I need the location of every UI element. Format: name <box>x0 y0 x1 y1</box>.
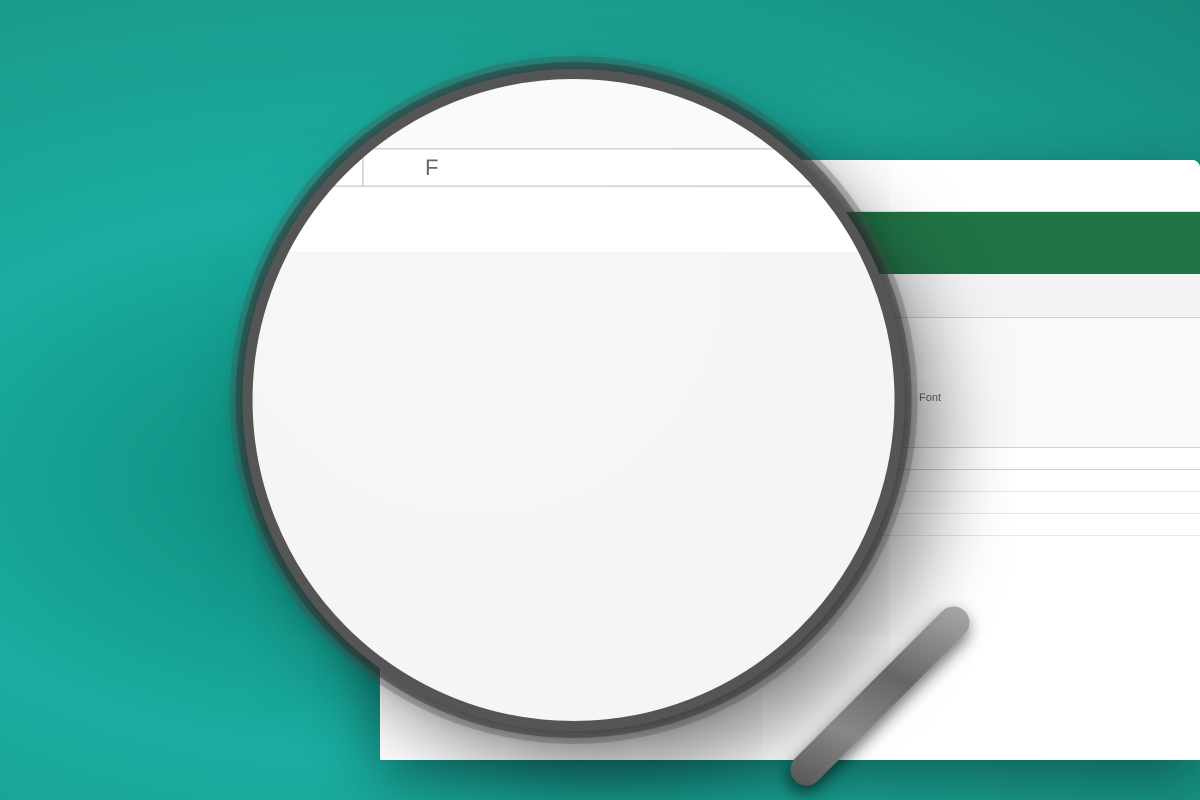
cut-button[interactable]: ✂ Cut <box>529 336 647 360</box>
cell-e2[interactable] <box>660 492 740 514</box>
tab-insert[interactable]: Insert <box>549 285 624 317</box>
undo-label: Undo <box>407 413 433 425</box>
fill-color-button[interactable]: ◧ <box>842 362 870 386</box>
corner-cell <box>380 448 419 470</box>
cell-e3[interactable] <box>660 514 740 536</box>
clipboard-items: ✂ Cut ⧉ Copy 🖌 Format Painter <box>529 332 647 424</box>
apps-grid-icon[interactable] <box>400 233 426 254</box>
format-painter-button[interactable]: 🖌 Format Painter <box>529 390 647 424</box>
paste-icon: 📋 <box>472 332 519 370</box>
ribbon-content: ↺ ↻ Undo 📋 Paste ▾ ✂ Cut <box>380 318 1200 448</box>
cell-c3[interactable] <box>500 514 580 536</box>
copy-button[interactable]: ⧉ Copy <box>529 364 647 386</box>
tab-file[interactable]: File <box>400 285 463 317</box>
sheet-row-1 <box>420 470 1200 492</box>
tab-bar: File Home Insert D Page Layout Form <box>380 274 1200 318</box>
copy-label: Copy <box>561 368 591 383</box>
col-header-c: C <box>500 448 580 469</box>
font-top: Calibri Arial Times New Roman 11 12 14 A… <box>672 332 1188 356</box>
format-painter-icon: 🖌 <box>533 397 553 417</box>
col-header-e: E <box>660 448 740 469</box>
cell-f1[interactable] <box>740 470 820 492</box>
nav-arrows: ‹ › <box>526 175 542 196</box>
traffic-lights <box>396 179 454 193</box>
undo-button[interactable]: ↺ <box>411 349 429 375</box>
paste-label: Paste <box>478 372 513 387</box>
minimize-button[interactable] <box>418 179 432 193</box>
cell-e1[interactable] <box>660 470 740 492</box>
cell-d2[interactable] <box>580 492 660 514</box>
spreadsheet-container: 1 2 3 B C D E F <box>380 448 1200 536</box>
cell-c1[interactable] <box>500 470 580 492</box>
font-section-label: Font <box>672 392 1188 404</box>
cell-f3[interactable] <box>740 514 820 536</box>
forward-arrow[interactable]: › <box>536 175 542 196</box>
copy-icon: ⧉ <box>533 366 553 384</box>
book-title: Book1 – Saved <box>552 230 701 256</box>
cell-b2[interactable] <box>420 492 500 514</box>
chevron-down-icon[interactable]: ⌄ <box>726 233 741 254</box>
text-color-swatch <box>744 380 764 384</box>
cell-f2[interactable] <box>740 492 820 514</box>
cut-label: Cut <box>561 341 581 356</box>
sidebar-toggle-icon[interactable] <box>480 175 508 197</box>
maximize-button[interactable] <box>440 179 454 193</box>
clipboard-section-label: Clipboard <box>472 428 647 447</box>
col-header-f: F <box>740 448 820 469</box>
paste-area[interactable]: 📋 Paste ▾ <box>472 332 519 400</box>
row-number-column: 1 2 3 <box>380 448 420 536</box>
row-1-number: 1 <box>380 470 420 492</box>
sheet-row-3 <box>420 514 1200 536</box>
sheet-row-2 <box>420 492 1200 514</box>
underline-button[interactable]: U <box>672 362 700 386</box>
row-2-number: 2 <box>380 492 420 514</box>
tab-draw[interactable]: D <box>628 285 678 317</box>
clipboard-top: 📋 Paste ▾ ✂ Cut ⧉ Copy 🖌 <box>472 332 647 424</box>
tab-home[interactable]: Home <box>467 285 546 317</box>
font-shrink-icon[interactable]: A <box>869 338 880 355</box>
row-3-number: 3 <box>380 514 420 536</box>
font-name-select[interactable]: Calibri Arial Times New Roman <box>672 332 792 356</box>
col-header-b: B <box>420 448 500 469</box>
clipboard-section: 📋 Paste ▾ ✂ Cut ⧉ Copy 🖌 <box>460 326 660 447</box>
strikethrough-button[interactable]: D <box>706 362 734 386</box>
cell-c2[interactable] <box>500 492 580 514</box>
borders-button[interactable]: ⊞ <box>808 362 836 386</box>
cell-d1[interactable] <box>580 470 660 492</box>
font-row: U D A ab ⊞ ◧ <box>672 362 1188 386</box>
tab-formulas[interactable]: Form <box>805 285 878 317</box>
format-painter-label: Format Painter <box>561 392 643 422</box>
font-section: Calibri Arial Times New Roman 11 12 14 A… <box>660 326 1200 447</box>
tab-page-layout[interactable]: Page Layout <box>683 285 802 317</box>
font-size-select[interactable]: 11 12 14 <box>798 332 843 356</box>
highlight-color-button[interactable]: ab <box>774 362 802 386</box>
paste-dropdown-arrow[interactable]: ▾ <box>493 389 498 400</box>
title-bar-controls <box>480 175 508 197</box>
close-button[interactable] <box>396 179 410 193</box>
cell-grid: B C D E F <box>420 448 1200 536</box>
redo-button[interactable]: ↻ <box>411 381 429 407</box>
col-header-d: D <box>580 448 660 469</box>
undo-area: ↺ ↻ Undo <box>380 326 460 447</box>
back-arrow[interactable]: ‹ <box>526 175 532 196</box>
cell-b1[interactable] <box>420 470 500 492</box>
cell-d3[interactable] <box>580 514 660 536</box>
font-grow-icon[interactable]: A <box>849 333 863 356</box>
cut-icon: ✂ <box>533 338 553 358</box>
text-color-button[interactable]: A <box>740 362 768 386</box>
title-bar: ‹ › <box>380 160 1200 212</box>
excel-window: ‹ › Excel Book1 – Saved ⌄ File Home Inse… <box>380 160 1200 760</box>
cell-b3[interactable] <box>420 514 500 536</box>
column-headers: B C D E F <box>420 448 1200 470</box>
app-name: Excel <box>446 228 516 259</box>
ribbon-header: Excel Book1 – Saved ⌄ <box>380 212 1200 274</box>
